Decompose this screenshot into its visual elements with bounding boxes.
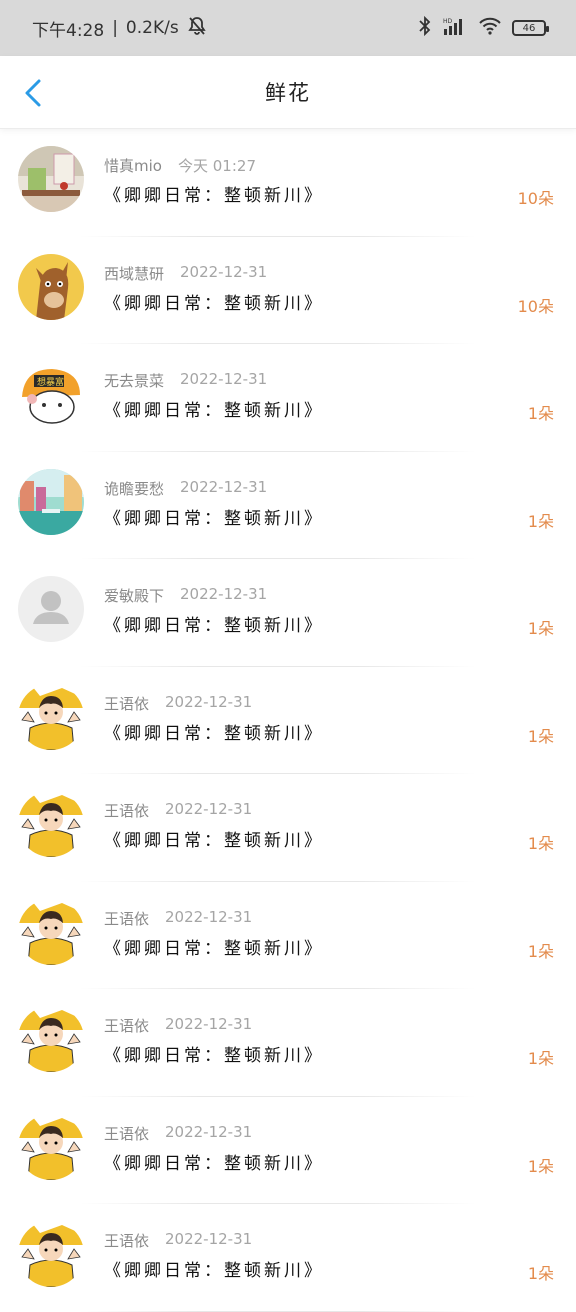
list-item[interactable]: 王语依 2022-12-31 《卿卿日常：整顿新川》 1朵 bbox=[0, 1097, 576, 1204]
gift-date: 2022-12-31 bbox=[165, 1230, 253, 1248]
svg-text:HD: HD bbox=[443, 18, 453, 25]
user-name: 惜真mio bbox=[104, 157, 162, 175]
cellular-signal-icon: HD bbox=[442, 16, 468, 41]
status-separator: | bbox=[112, 18, 118, 38]
wifi-icon bbox=[478, 16, 502, 41]
book-title: 《卿卿日常：整顿新川》 bbox=[104, 938, 324, 959]
cartoon-boy-yellow-avatar[interactable] bbox=[18, 1113, 84, 1180]
gift-date: 今天 01:27 bbox=[178, 157, 256, 175]
flower-list: 惜真mio 今天 01:27 《卿卿日常：整顿新川》 10朵 西域慧研 2022… bbox=[0, 129, 576, 1312]
book-title: 《卿卿日常：整顿新川》 bbox=[104, 508, 324, 529]
canal-city-avatar[interactable] bbox=[18, 468, 84, 535]
status-network-speed: 0.2K/s bbox=[125, 18, 179, 38]
gift-date: 2022-12-31 bbox=[165, 1122, 253, 1141]
gift-date: 2022-12-31 bbox=[165, 692, 253, 711]
flower-count: 1朵 bbox=[527, 726, 554, 746]
flower-count: 1朵 bbox=[527, 834, 554, 853]
flower-count: 1朵 bbox=[527, 619, 554, 638]
gift-date: 2022-12-31 bbox=[180, 370, 268, 388]
cartoon-cat-helmet-avatar[interactable]: 想暴富 bbox=[18, 361, 84, 427]
book-title: 《卿卿日常：整顿新川》 bbox=[104, 186, 324, 206]
book-title: 《卿卿日常：整顿新川》 bbox=[104, 616, 324, 636]
flower-count: 10朵 bbox=[517, 189, 554, 208]
gift-date: 2022-12-31 bbox=[165, 907, 253, 926]
user-name: 诡瞻要愁 bbox=[104, 479, 165, 498]
book-title: 《卿卿日常：整顿新川》 bbox=[104, 1261, 324, 1281]
battery-level: 46 bbox=[522, 22, 536, 34]
gift-date: 2022-12-31 bbox=[180, 477, 268, 496]
gift-date: 2022-12-31 bbox=[165, 1015, 253, 1033]
gift-date: 2022-12-31 bbox=[180, 262, 268, 281]
list-item[interactable]: 西域慧研 2022-12-31 《卿卿日常：整顿新川》 10朵 bbox=[0, 237, 576, 344]
page-title: 鲜花 bbox=[265, 81, 311, 105]
divider bbox=[80, 1310, 476, 1312]
list-item[interactable]: 王语依 2022-12-31 《卿卿日常：整顿新川》 1朵 bbox=[0, 1204, 576, 1312]
status-right: HD 46 bbox=[418, 15, 549, 42]
cafe-photo-avatar[interactable] bbox=[18, 146, 84, 212]
list-item[interactable]: 王语依 2022-12-31 《卿卿日常：整顿新川》 1朵 bbox=[0, 989, 576, 1097]
flower-count: 1朵 bbox=[527, 941, 554, 961]
list-item[interactable]: 想暴富 无去景菜 2022-12-31 《卿卿日常：整顿新川》 1朵 bbox=[0, 344, 576, 452]
user-name: 王语依 bbox=[104, 694, 150, 713]
status-bar: 下午4:28 | 0.2K/s HD 46 bbox=[0, 0, 576, 56]
list-item[interactable]: 王语依 2022-12-31 《卿卿日常：整顿新川》 1朵 bbox=[0, 774, 576, 882]
gift-date: 2022-12-31 bbox=[165, 800, 253, 818]
list-item[interactable]: 惜真mio 今天 01:27 《卿卿日常：整顿新川》 10朵 bbox=[0, 129, 576, 237]
bluetooth-icon bbox=[418, 15, 432, 42]
gift-date: 2022-12-31 bbox=[180, 585, 268, 603]
book-title: 《卿卿日常：整顿新川》 bbox=[104, 831, 324, 851]
user-name: 爱敏殿下 bbox=[104, 587, 165, 605]
list-item[interactable]: 爱敏殿下 2022-12-31 《卿卿日常：整顿新川》 1朵 bbox=[0, 559, 576, 667]
list-item[interactable]: 王语依 2022-12-31 《卿卿日常：整顿新川》 1朵 bbox=[0, 667, 576, 774]
cartoon-boy-yellow-avatar[interactable] bbox=[18, 1221, 84, 1287]
cartoon-horse-avatar[interactable] bbox=[18, 253, 84, 320]
cartoon-boy-yellow-avatar[interactable] bbox=[18, 898, 84, 965]
mute-bell-icon bbox=[187, 16, 207, 41]
list-item[interactable]: 诡瞻要愁 2022-12-31 《卿卿日常：整顿新川》 1朵 bbox=[0, 452, 576, 559]
user-name: 西域慧研 bbox=[104, 264, 165, 283]
user-name: 王语依 bbox=[104, 1232, 150, 1250]
flower-count: 10朵 bbox=[517, 296, 554, 316]
flower-count: 1朵 bbox=[527, 1156, 554, 1176]
book-title: 《卿卿日常：整顿新川》 bbox=[104, 1153, 324, 1174]
flower-count: 1朵 bbox=[527, 1264, 554, 1283]
cartoon-boy-yellow-avatar[interactable] bbox=[18, 791, 84, 857]
svg-text:想暴富: 想暴富 bbox=[37, 376, 64, 388]
user-name: 王语依 bbox=[104, 1017, 150, 1035]
list-item[interactable]: 王语依 2022-12-31 《卿卿日常：整顿新川》 1朵 bbox=[0, 882, 576, 989]
user-name: 王语依 bbox=[104, 802, 150, 820]
flower-count: 1朵 bbox=[527, 1049, 554, 1068]
book-title: 《卿卿日常：整顿新川》 bbox=[104, 723, 324, 744]
user-name: 王语依 bbox=[104, 1124, 150, 1143]
status-left: 下午4:28 | 0.2K/s bbox=[32, 16, 207, 41]
user-name: 王语依 bbox=[104, 909, 150, 928]
flower-count: 1朵 bbox=[527, 511, 554, 531]
status-time: 下午4:28 bbox=[32, 20, 105, 41]
battery-icon: 46 bbox=[512, 20, 549, 36]
header: 鲜花 bbox=[0, 56, 576, 129]
book-title: 《卿卿日常：整顿新川》 bbox=[104, 293, 324, 314]
cartoon-boy-yellow-avatar[interactable] bbox=[18, 683, 84, 750]
cartoon-boy-yellow-avatar[interactable] bbox=[18, 1006, 84, 1072]
user-name: 无去景菜 bbox=[104, 372, 165, 390]
default-person-avatar[interactable] bbox=[18, 576, 84, 642]
flower-count: 1朵 bbox=[527, 404, 554, 423]
book-title: 《卿卿日常：整顿新川》 bbox=[104, 401, 324, 421]
book-title: 《卿卿日常：整顿新川》 bbox=[104, 1046, 324, 1066]
